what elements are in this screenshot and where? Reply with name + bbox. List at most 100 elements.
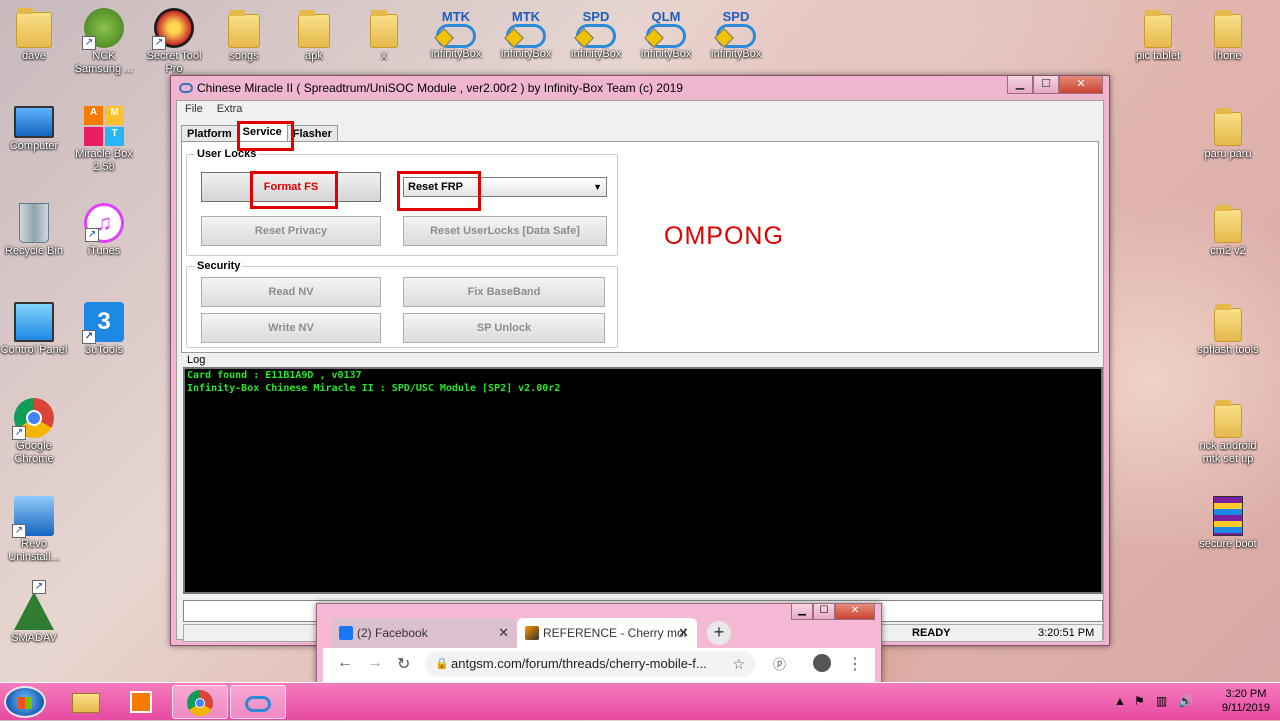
read-nv-button[interactable]: Read NV xyxy=(201,277,381,307)
taskbar-infinity-spd[interactable] xyxy=(230,685,286,719)
new-tab-button[interactable]: + xyxy=(707,621,731,645)
infinity-logo-icon xyxy=(576,24,616,48)
back-arrow-icon[interactable]: ← xyxy=(337,654,353,672)
forward-arrow-icon[interactable]: → xyxy=(367,654,383,672)
desktop-icon-smadav[interactable]: SMADAV xyxy=(0,580,70,645)
start-button[interactable] xyxy=(4,686,46,718)
folder-icon xyxy=(72,693,100,713)
desktop-icon-apk[interactable]: apk xyxy=(278,8,350,63)
reset-userlocks-button[interactable]: Reset UserLocks [Data Safe] xyxy=(403,216,607,246)
network-flag-icon[interactable]: ⚑ xyxy=(1134,694,1145,708)
extension-icon[interactable]: ⓟ xyxy=(773,654,786,673)
annotation-text: OMPONG xyxy=(664,222,784,250)
reset-privacy-button[interactable]: Reset Privacy xyxy=(201,216,381,246)
status-time: 3:20:51 PM xyxy=(1038,627,1095,639)
taskbar-clock[interactable]: 3:20 PM 9/11/2019 xyxy=(1222,687,1270,715)
desktop-icon-computer[interactable]: Computer xyxy=(0,106,70,153)
chrome-tab-facebook[interactable]: (2) Facebook ✕ xyxy=(331,618,517,648)
desktop-icon-paru-paru[interactable]: paru paru xyxy=(1192,106,1264,161)
folder-icon xyxy=(1208,8,1248,48)
close-icon[interactable]: ✕ xyxy=(678,618,689,648)
volume-icon[interactable]: 🔊 xyxy=(1178,694,1193,708)
desktop-icon-nck-android[interactable]: nck android mtk set up xyxy=(1192,398,1264,466)
folder-icon xyxy=(1208,302,1248,342)
control-panel-icon xyxy=(14,302,54,342)
desktop-icon-secret-tool[interactable]: Secret Tool Pro xyxy=(138,8,210,76)
system-tray: ▲ ⚑ ▥ 🔊 3:20 PM 9/11/2019 xyxy=(1100,683,1280,721)
security-group: Security Read NV Fix BaseBand Write NV S… xyxy=(186,260,618,348)
minimize-button[interactable]: ▁ xyxy=(1007,76,1033,94)
bookmark-star-icon[interactable]: ☆ xyxy=(732,651,745,677)
desktop-icon-infinitybox-spd-2[interactable]: SPD InfinityBox xyxy=(700,10,772,61)
desktop-icon-infinitybox-mtk-1[interactable]: MTK InfinityBox xyxy=(420,10,492,61)
show-hidden-icons[interactable]: ▲ xyxy=(1114,694,1126,708)
desktop-icon-3utools[interactable]: 3 3uTools xyxy=(68,302,140,357)
menu-extra[interactable]: Extra xyxy=(217,101,243,117)
address-bar[interactable]: 🔒 antgsm.com/forum/threads/cherry-mobile… xyxy=(425,651,755,677)
desktop-icon-cm2-v2[interactable]: cm2 v2 xyxy=(1192,203,1264,258)
desktop-icon-itunes[interactable]: ♫ iTunes xyxy=(68,203,140,258)
close-button[interactable]: ✕ xyxy=(1059,76,1103,94)
log-console: Card found : E11B1A9D , v0137 Infinity-B… xyxy=(183,367,1103,594)
maximize-button[interactable]: ☐ xyxy=(1033,76,1059,94)
chrome-menu-icon[interactable]: ⋮ xyxy=(847,654,863,674)
log-line: Card found : E11B1A9D , v0137 xyxy=(187,370,362,381)
antgsm-icon xyxy=(525,626,539,640)
menu-file[interactable]: File xyxy=(185,101,203,117)
media-player-icon xyxy=(130,691,152,713)
desktop-icon-songs[interactable]: songs xyxy=(208,8,280,63)
log-label: Log xyxy=(187,354,206,366)
revo-uninstaller-icon xyxy=(12,496,54,538)
desktop-icon-revo[interactable]: Revo Uninstall... xyxy=(0,496,70,564)
desktop-icon-control-panel[interactable]: Control Panel xyxy=(0,302,70,357)
desktop-icon-x[interactable]: x xyxy=(348,8,420,63)
desktop-icon-google-chrome[interactable]: Google Chrome xyxy=(0,398,70,466)
desktop-icon-recycle-bin[interactable]: Recycle Bin xyxy=(0,203,70,258)
desktop-icon-pic-tablet[interactable]: pic tablet xyxy=(1122,8,1194,63)
clock-date: 9/11/2019 xyxy=(1221,702,1270,714)
reload-icon[interactable]: ↻ xyxy=(397,654,410,674)
network-icon[interactable]: ▥ xyxy=(1156,694,1167,708)
desktop-icon-dave[interactable]: dave xyxy=(0,8,70,63)
chrome-minimize-button[interactable]: ▁ xyxy=(791,604,813,620)
desktop-icon-nck-samsung[interactable]: NCK Samsung ... xyxy=(68,8,140,76)
chrome-window: ▁ ☐ ✕ (2) Facebook ✕ REFERENCE - Cherry … xyxy=(316,603,882,683)
chrome-maximize-button[interactable]: ☐ xyxy=(813,604,835,620)
taskbar-explorer[interactable] xyxy=(58,685,114,719)
folder-icon xyxy=(294,8,334,48)
chrome-tab-reference[interactable]: REFERENCE - Cherry mol ✕ xyxy=(517,618,697,648)
recycle-bin-icon xyxy=(19,203,49,243)
folder-icon xyxy=(364,8,404,48)
desktop-icon-infinitybox-spd-1[interactable]: SPD InfinityBox xyxy=(560,10,632,61)
window-titlebar[interactable]: Chinese Miracle II ( Spreadtrum/UniSOC M… xyxy=(171,76,1109,100)
desktop-icon-ihone[interactable]: ihone xyxy=(1192,8,1264,63)
smadav-icon xyxy=(14,580,54,630)
fix-baseband-button[interactable]: Fix BaseBand xyxy=(403,277,605,307)
desktop-icon-secure-boot[interactable]: secure boot xyxy=(1192,496,1264,551)
folder-icon xyxy=(1208,106,1248,146)
clock-time: 3:20 PM xyxy=(1225,688,1267,700)
chinese-miracle-window: Chinese Miracle II ( Spreadtrum/UniSOC M… xyxy=(170,75,1110,646)
infinity-app-icon xyxy=(179,83,193,93)
taskbar-chrome[interactable] xyxy=(172,685,228,719)
folder-icon xyxy=(1138,8,1178,48)
secret-tool-seal-icon xyxy=(152,8,194,50)
window-client: File Extra Platform Service Flasher User… xyxy=(176,100,1104,642)
computer-monitor-icon xyxy=(14,106,54,138)
desktop-icon-infinitybox-mtk-2[interactable]: MTK InfinityBox xyxy=(490,10,562,61)
chrome-close-button[interactable]: ✕ xyxy=(835,604,875,620)
infinity-logo-icon xyxy=(245,696,271,712)
close-icon[interactable]: ✕ xyxy=(498,618,509,648)
desktop-icon-spflash-tools[interactable]: spflash tools xyxy=(1192,302,1264,357)
write-nv-button[interactable]: Write NV xyxy=(201,313,381,343)
folder-icon xyxy=(224,8,264,48)
taskbar-media-player[interactable] xyxy=(114,685,170,719)
chrome-icon xyxy=(187,690,213,716)
desktop-icon-infinitybox-qlm[interactable]: QLM InfinityBox xyxy=(630,10,702,61)
desktop-icon-miracle-box[interactable]: A M T Miracle Box 2.58 xyxy=(68,106,140,174)
chrome-tab-label: (2) Facebook xyxy=(357,626,428,640)
profile-avatar[interactable] xyxy=(813,654,831,672)
annotation-box-reset-frp xyxy=(397,171,481,211)
sp-unlock-button[interactable]: SP Unlock xyxy=(403,313,605,343)
chrome-tab-label: REFERENCE - Cherry mol xyxy=(543,626,687,640)
